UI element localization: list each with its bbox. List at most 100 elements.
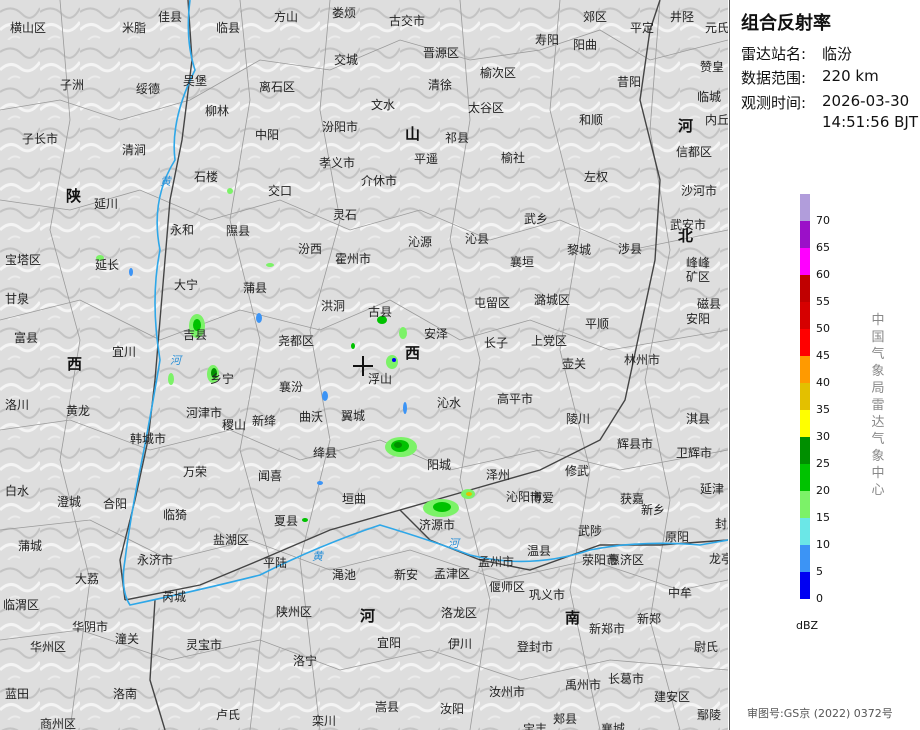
color-scale-label: 60: [816, 268, 830, 281]
province-label: 南: [565, 609, 581, 627]
place-label: 临渭区: [3, 598, 40, 612]
place-label: 汝州市: [489, 685, 526, 699]
place-label: 陕州区: [276, 605, 313, 619]
place-label: 矿区: [686, 270, 711, 284]
place-label: 孟津区: [434, 567, 471, 581]
place-label: 壶关: [562, 357, 587, 371]
place-label: 新安: [394, 568, 419, 582]
place-label: 嵩县: [375, 700, 400, 714]
place-label: 榆社: [501, 151, 526, 165]
place-label: 登封市: [517, 640, 554, 654]
color-scale-swatch: [800, 410, 810, 437]
color-scale-swatch: [800, 545, 810, 572]
place-label: 洪洞: [321, 299, 346, 313]
place-label: 潞城区: [534, 293, 571, 307]
place-label: 长子: [484, 336, 509, 350]
color-scale-label: 15: [816, 511, 830, 524]
place-label: 元氏: [705, 21, 728, 35]
place-label: 甘泉: [5, 292, 30, 306]
place-label: 峰峰: [686, 256, 711, 270]
place-label: 黄龙: [66, 404, 91, 418]
place-label: 芮城: [162, 590, 187, 604]
place-label: 洛南: [113, 687, 138, 701]
province-label: 河: [678, 117, 694, 135]
place-label: 高平市: [497, 392, 534, 406]
place-label: 汾阳市: [322, 120, 359, 134]
place-label: 辉县市: [617, 437, 654, 451]
place-label: 永和: [170, 223, 195, 237]
info-panel: 组合反射率 雷达站名: 临汾 数据范围: 220 km 观测时间: 2026-0…: [729, 0, 920, 730]
time-label: 观测时间:: [741, 94, 807, 112]
radar-map[interactable]: 横山区 米脂 佳县 临县 方山 娄烦 古交市 郊区 平定 井陉 元氏 阳曲 寿阳 交城 晋源区 榆次区 昔阳 赞皇…: [0, 0, 728, 730]
place-label: 浮山: [368, 372, 393, 386]
place-label: 襄城: [601, 722, 626, 730]
province-label: 西: [405, 344, 421, 362]
place-label: 涉县: [618, 242, 643, 256]
place-label: 华阴市: [72, 620, 109, 634]
place-label: 河津市: [186, 406, 223, 420]
place-label: 清涧: [122, 143, 147, 157]
place-label: 渑池: [332, 568, 357, 582]
place-label: 灵石: [333, 208, 358, 222]
place-label: 介休市: [361, 174, 398, 188]
color-scale-label: 0: [816, 592, 823, 605]
place-label: 灵宝市: [186, 638, 223, 652]
place-label: 建安区: [654, 690, 691, 704]
place-label: 偃师区: [489, 580, 526, 594]
color-scale-label: 40: [816, 376, 830, 389]
place-label: 内丘: [705, 113, 728, 127]
place-label: 伊川: [448, 637, 473, 651]
color-scale-label: 45: [816, 349, 830, 362]
place-label: 鄢陵: [697, 708, 722, 722]
place-label: 新郑: [637, 612, 662, 626]
place-label: 永济市: [137, 553, 174, 567]
place-label: 孟州市: [478, 555, 515, 569]
place-label: 沙河市: [681, 184, 718, 198]
place-label: 榆次区: [480, 66, 517, 80]
place-label: 曲沃: [299, 410, 324, 424]
color-scale-swatch: [800, 275, 810, 302]
place-label: 宝塔区: [5, 253, 42, 267]
place-label: 郊区: [583, 10, 608, 24]
place-label: 封丘: [715, 517, 728, 531]
place-label: 蓝田: [5, 687, 30, 701]
agency-credit: 中国气象局雷达气象中心: [871, 313, 885, 498]
place-label: 惠济区: [608, 553, 645, 567]
place-label: 和顺: [579, 113, 604, 127]
color-scale-swatch: [800, 302, 810, 329]
color-scale-label: 10: [816, 538, 830, 551]
color-scale-swatch: [800, 383, 810, 410]
place-label: 陵川: [566, 412, 591, 426]
place-label: 新绛: [252, 414, 277, 428]
place-label: 郏县: [553, 712, 578, 726]
place-label: 太谷区: [468, 101, 505, 115]
place-label: 昔阳: [617, 75, 642, 89]
color-scale-label: 50: [816, 322, 830, 335]
place-label: 安泽: [424, 327, 449, 341]
place-label: 子洲: [60, 78, 85, 92]
color-scale-label: 70: [816, 214, 830, 227]
province-label: 北: [678, 227, 694, 245]
province-label: 陕: [66, 187, 82, 205]
place-label: 合阳: [103, 497, 128, 511]
place-label: 离石区: [259, 80, 296, 94]
place-label: 横山区: [10, 21, 47, 35]
place-label: 清徐: [428, 78, 453, 92]
river-label: 河: [170, 354, 181, 367]
place-label: 方山: [274, 10, 299, 24]
place-label: 蒲县: [243, 281, 268, 295]
place-label: 平遥: [414, 152, 439, 166]
place-label: 临城: [697, 90, 722, 104]
river-label: 黄: [160, 175, 171, 188]
place-label: 中牟: [668, 586, 693, 600]
place-label: 阳曲: [573, 38, 598, 52]
place-label: 孝义市: [319, 156, 356, 170]
place-label: 隰县: [226, 224, 251, 238]
place-label: 长葛市: [608, 672, 645, 686]
unit-label: dBZ: [796, 619, 819, 632]
color-scale-swatch: [800, 329, 810, 356]
place-label: 延川: [94, 197, 119, 211]
map-approval-number: 审图号:GS京 (2022) 0372号: [747, 707, 893, 720]
place-label: 临猗: [163, 508, 188, 522]
place-label: 商州区: [40, 717, 77, 730]
